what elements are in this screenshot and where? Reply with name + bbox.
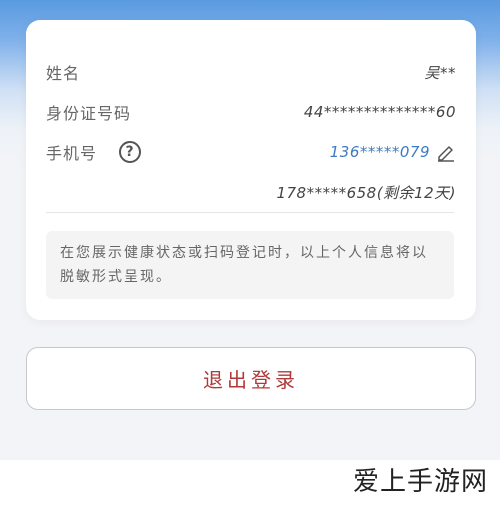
watermark: 爱上手游网 [352,467,488,497]
name-label: 姓名 [46,64,81,83]
phone-row: 手机号 ? 136*****079 [46,140,456,164]
phone-value-group[interactable]: 136*****079 [330,142,456,162]
id-number-label: 身份证号码 [46,104,132,123]
name-row: 姓名 吴** [46,60,456,84]
logout-button[interactable]: 退出登录 [26,347,476,410]
id-number-row: 身份证号码 44**************60 [46,100,456,124]
question-circle-icon[interactable]: ? [119,141,142,163]
privacy-notice: 在您展示健康状态或扫码登记时，以上个人信息将以脱敏形式呈现。 [46,231,454,299]
extra-phone-value: 178*****658(剩余12天) [276,184,456,202]
divider [46,212,454,213]
pencil-icon[interactable] [436,142,456,162]
phone-value[interactable]: 136*****079 [330,143,430,161]
phone-label: 手机号 [46,144,98,163]
name-value: 吴** [424,63,456,82]
id-number-value: 44**************60 [303,103,456,121]
phone-label-group: 手机号 ? [46,140,142,164]
extra-phone-row: 178*****658(剩余12天) [46,182,456,203]
personal-info-card: 姓名 吴** 身份证号码 44**************60 手机号 ? 13… [26,20,476,320]
